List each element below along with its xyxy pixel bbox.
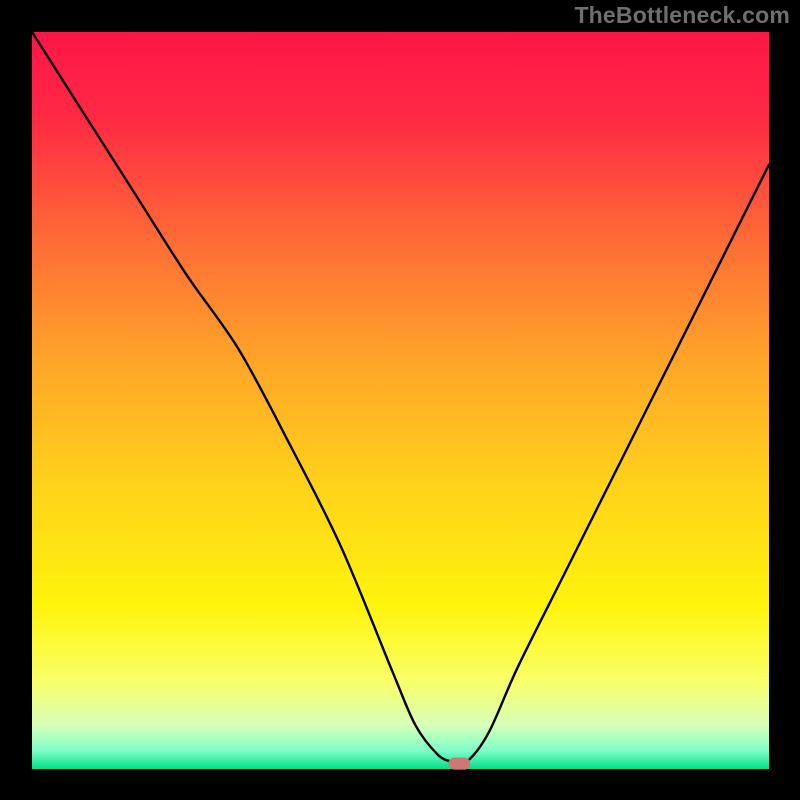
bottleneck-chart [0,0,800,800]
watermark-text: TheBottleneck.com [574,2,790,29]
chart-gradient-background [32,32,769,769]
minimum-marker [449,758,471,770]
